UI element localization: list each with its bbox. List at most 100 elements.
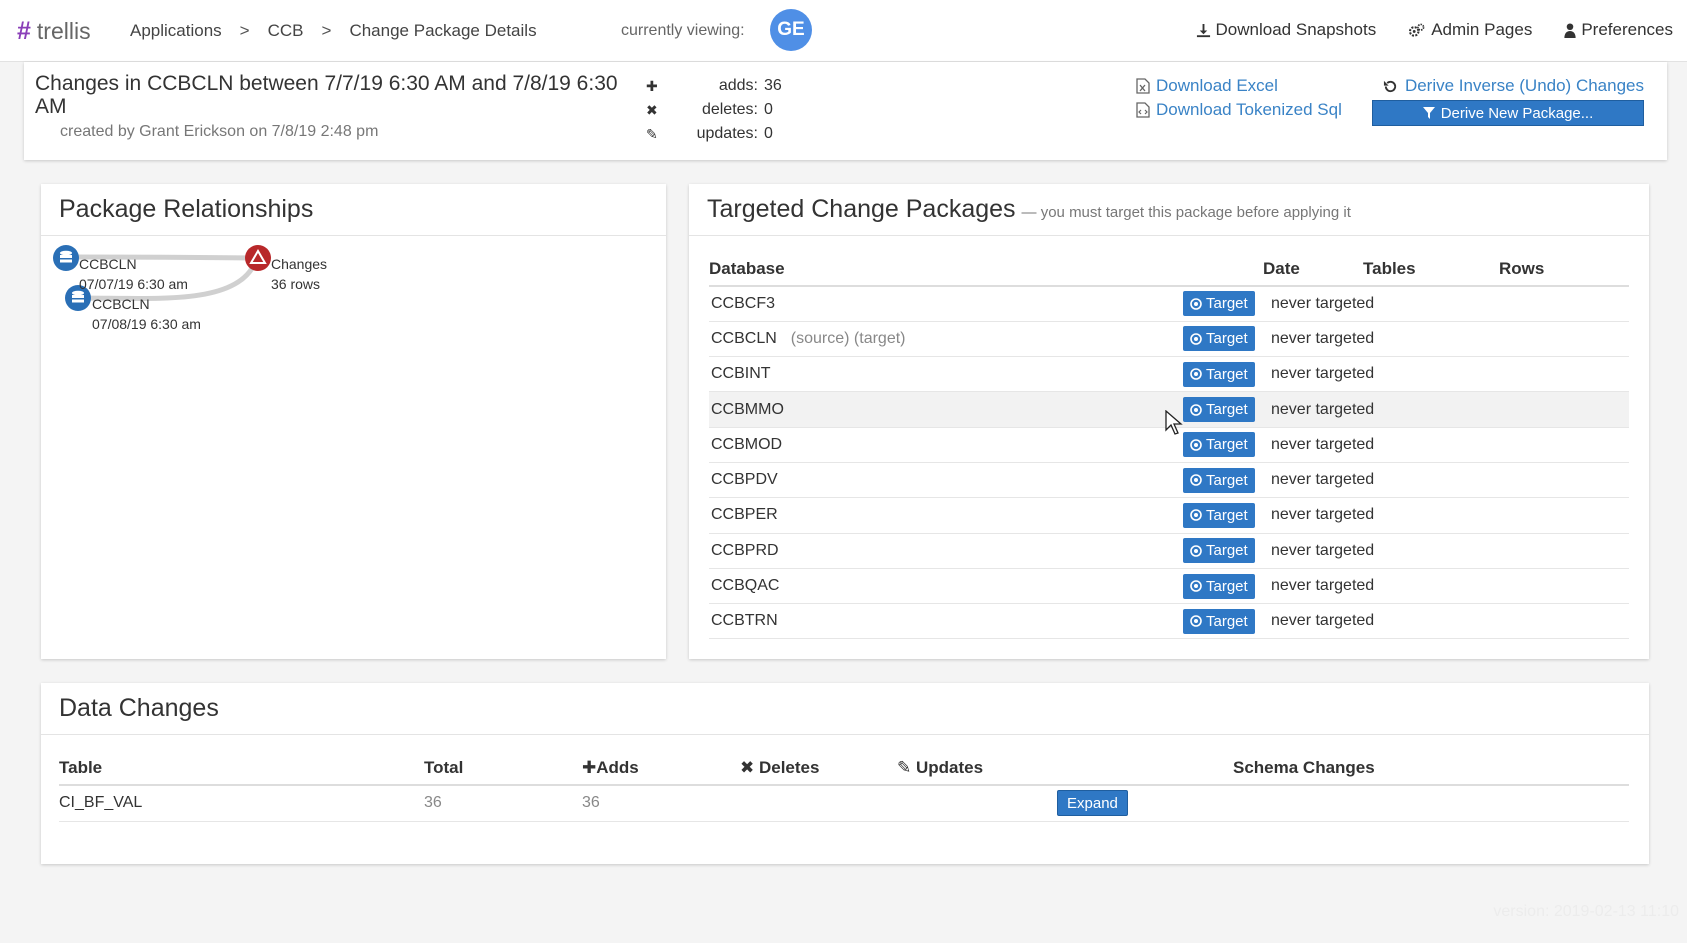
cell-database: CCBQAC	[709, 568, 1183, 605]
viewing-label: currently viewing:	[621, 22, 745, 39]
stat-label: deletes:	[701, 101, 758, 118]
table-header: Table Total ✚Adds ✖ Deletes ✎ Updates Sc…	[59, 751, 1629, 786]
version-text: version: 2019-02-13 11:10	[1493, 903, 1679, 920]
download-snapshots-link[interactable]: Download Snapshots	[1196, 20, 1376, 40]
column-rows: Rows	[1499, 252, 1629, 287]
cell-schema	[1233, 785, 1629, 822]
cell-action: Target	[1183, 427, 1263, 463]
target-button[interactable]: Target	[1183, 538, 1255, 564]
panel-title: Data Changes	[41, 683, 1649, 735]
admin-pages-label: Admin Pages	[1431, 20, 1533, 39]
avatar[interactable]: GE	[770, 9, 812, 51]
stat-label: adds:	[718, 77, 758, 94]
breadcrumb-ccb[interactable]: CCB	[268, 21, 304, 41]
target-icon	[1190, 333, 1202, 345]
target-button[interactable]: Target	[1183, 291, 1255, 317]
panel-subtitle: — you must target this package before ap…	[1021, 204, 1351, 221]
cell-database: CCBTRN	[709, 603, 1183, 640]
package-header: Changes in CCBCLN between 7/7/19 6:30 AM…	[24, 62, 1667, 160]
app-logo[interactable]: # trellis	[17, 17, 91, 46]
table-row: CCBTRN Target never targeted	[709, 603, 1629, 640]
pencil-icon: ✎	[646, 125, 658, 142]
preferences-label: Preferences	[1581, 20, 1673, 39]
database-name: CCBTRN	[711, 612, 778, 630]
target-label: Target	[1206, 401, 1248, 419]
database-name: CCBQAC	[711, 577, 780, 595]
column-table: Table	[59, 751, 424, 786]
cell-table: CI_BF_VAL	[59, 785, 424, 822]
target-label: Target	[1206, 577, 1248, 595]
stat-label: updates:	[696, 125, 758, 142]
target-label: Target	[1206, 506, 1248, 524]
database-name: CCBPER	[711, 506, 778, 524]
table-row: CCBQAC Target never targeted	[709, 568, 1629, 605]
table-row: CCBPER Target never targeted	[709, 497, 1629, 534]
target-icon	[1190, 544, 1202, 557]
node-date: 36 rows	[271, 276, 321, 292]
cell-action: Target	[1183, 321, 1263, 358]
cell-action: Target	[1183, 568, 1263, 605]
code-file-icon	[1136, 102, 1150, 118]
cell-database: CCBMOD	[709, 427, 1183, 463]
database-name: CCBCF3	[711, 294, 776, 312]
node-label: CCBCLN 07/08/19 6:30 am	[92, 294, 201, 334]
breadcrumb-applications[interactable]: Applications	[130, 21, 222, 41]
cell-database: CCBMMO	[709, 391, 1183, 428]
column-adds: ✚Adds	[582, 751, 740, 786]
derive-new-package-button[interactable]: Derive New Package...	[1372, 100, 1644, 126]
cell-action: Target	[1183, 497, 1263, 534]
target-label: Target	[1206, 330, 1248, 348]
admin-pages-link[interactable]: Admin Pages	[1408, 20, 1532, 40]
preferences-link[interactable]: Preferences	[1564, 20, 1673, 40]
derive-new-label: Derive New Package...	[1440, 104, 1594, 122]
cell-date: never targeted	[1263, 286, 1629, 322]
target-button[interactable]: Target	[1183, 326, 1255, 352]
database-name: CCBMOD	[711, 435, 783, 453]
derive-inverse-link[interactable]: Derive Inverse (Undo) Changes	[1372, 74, 1644, 98]
column-total: Total	[424, 751, 582, 786]
target-button[interactable]: Target	[1183, 502, 1255, 528]
expand-button[interactable]: Expand	[1057, 790, 1128, 817]
download-sql-link[interactable]: Download Tokenized Sql	[1136, 98, 1342, 122]
cell-database: CCBPDV	[709, 462, 1183, 499]
target-icon	[1190, 439, 1202, 451]
column-adds-label: Adds	[596, 757, 639, 777]
column-tables: Tables	[1363, 252, 1499, 287]
download-excel-link[interactable]: Download Excel	[1136, 74, 1342, 98]
cell-updates	[897, 785, 1057, 822]
change-stats: ✚ adds: 36 ✖ deletes: 0 ✎ updates: 0	[646, 74, 782, 146]
target-button[interactable]: Target	[1183, 573, 1255, 599]
cell-action: Target	[1183, 391, 1263, 428]
cell-date: never targeted	[1263, 462, 1629, 499]
column-updates: ✎ Updates	[897, 751, 1057, 786]
target-button[interactable]: Target	[1183, 432, 1255, 458]
breadcrumb-separator: >	[239, 21, 250, 40]
cell-date: never targeted	[1263, 427, 1629, 463]
stat-value: 0	[764, 125, 773, 142]
target-label: Target	[1206, 612, 1248, 630]
database-node-icon[interactable]	[53, 245, 79, 271]
stat-value: 36	[764, 77, 782, 94]
plus-icon: ✚	[582, 757, 597, 777]
node-name: Changes	[271, 256, 328, 272]
changes-node-icon[interactable]	[245, 245, 271, 271]
top-nav: # trellis Applications > CCB > Change Pa…	[0, 0, 1687, 62]
logo-text: trellis	[36, 18, 91, 44]
target-icon	[1190, 298, 1202, 310]
cell-database: CCBINT	[709, 356, 1183, 393]
cell-date: never targeted	[1263, 568, 1629, 605]
created-by: created by Grant Erickson on 7/8/19 2:48…	[60, 123, 379, 140]
stat-value: 0	[764, 101, 773, 118]
table-row: CCBINT Target never targeted	[709, 356, 1629, 393]
download-links: Download Excel Download Tokenized Sql	[1136, 74, 1342, 122]
target-icon	[1190, 509, 1202, 522]
filter-icon	[1422, 107, 1435, 119]
cell-date: never targeted	[1263, 497, 1629, 534]
node-name: CCBCLN	[79, 256, 137, 272]
target-button[interactable]: Target	[1183, 361, 1255, 387]
target-button[interactable]: Target	[1183, 608, 1255, 634]
target-button[interactable]: Target	[1183, 397, 1255, 423]
data-changes-table: Table Total ✚Adds ✖ Deletes ✎ Updates Sc…	[59, 751, 1629, 822]
hash-icon: #	[17, 17, 31, 45]
target-button[interactable]: Target	[1183, 467, 1255, 493]
